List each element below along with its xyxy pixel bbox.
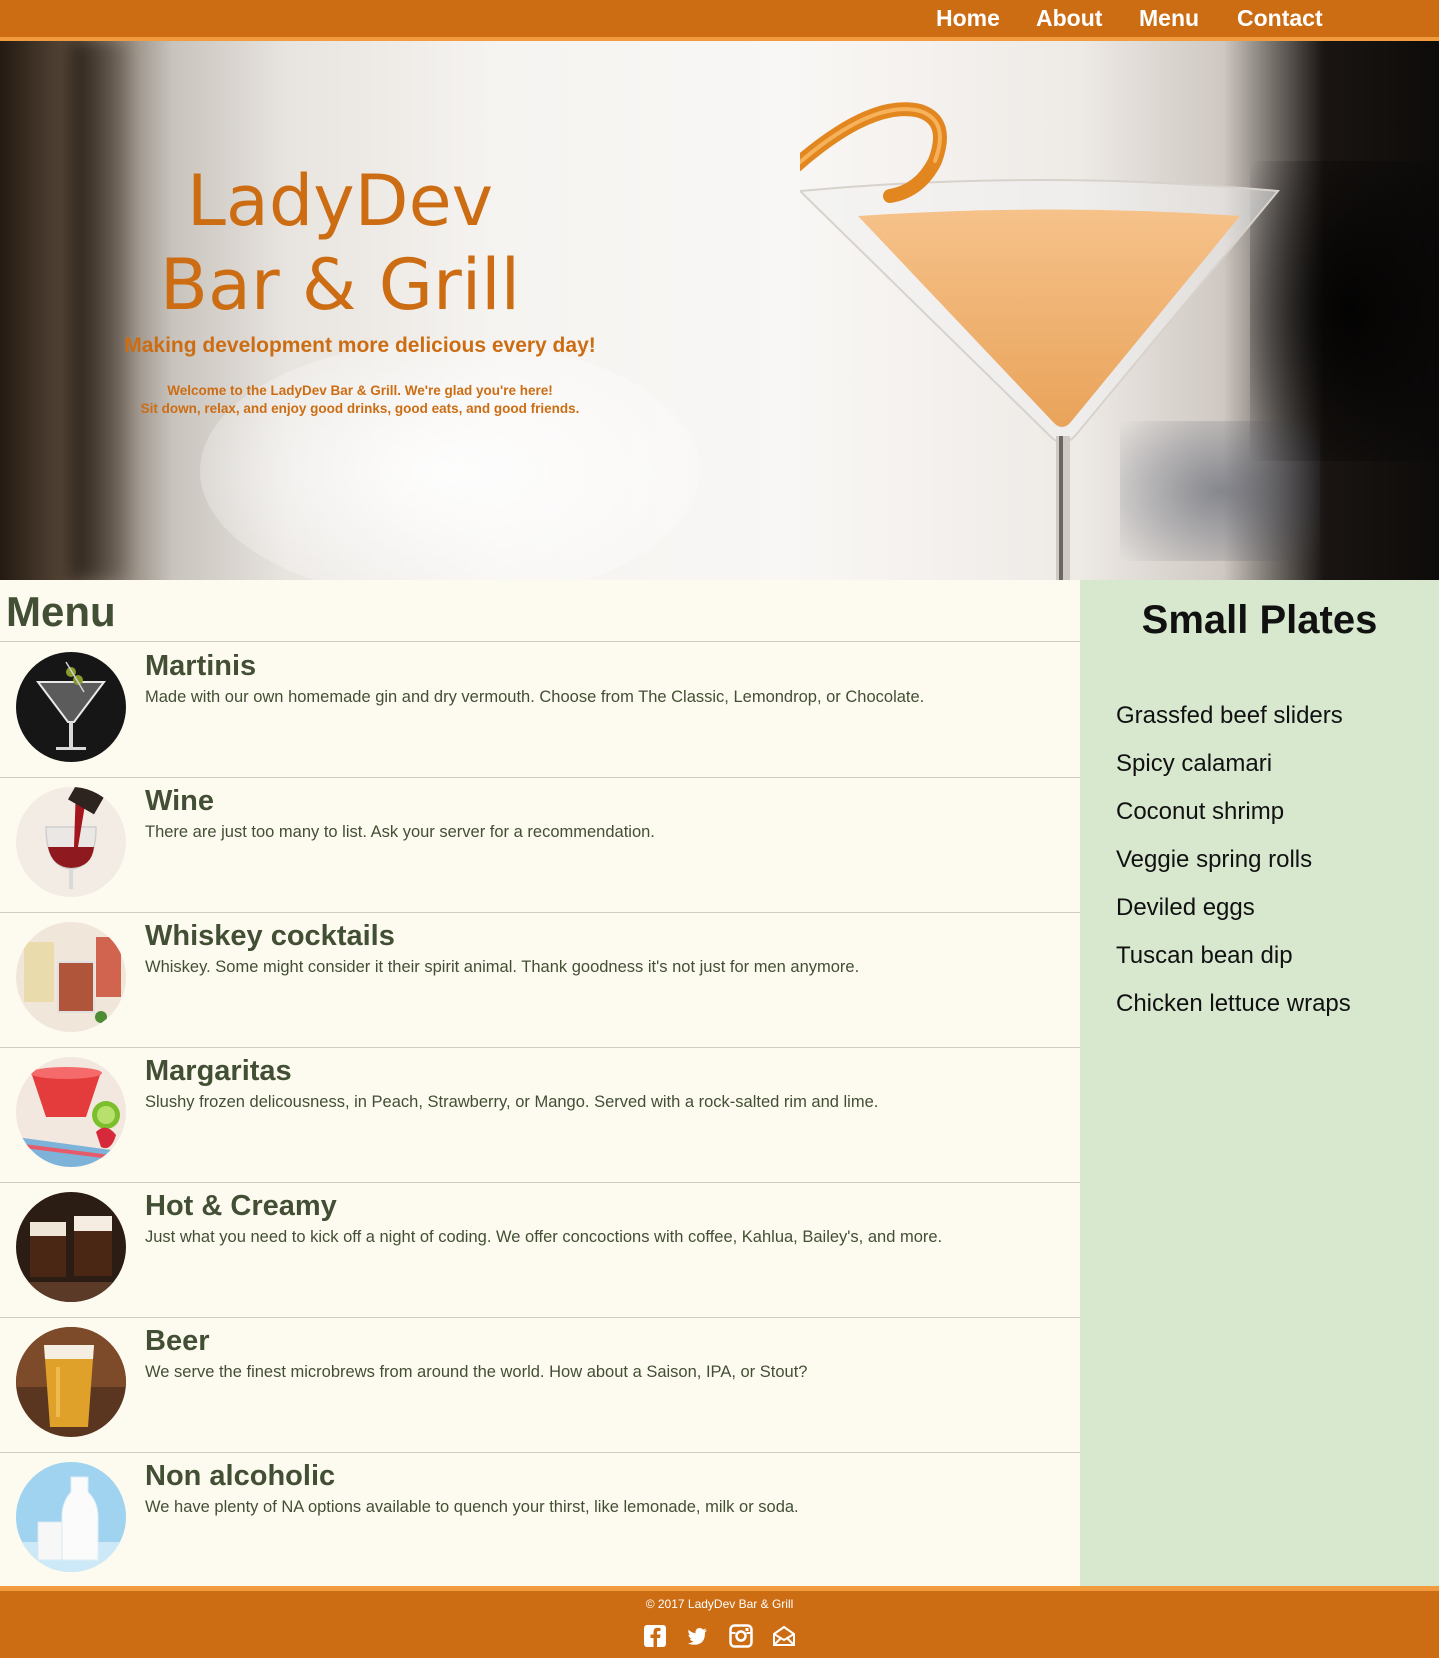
top-nav: Home About Menu Contact: [0, 0, 1439, 41]
menu-item: Martinis Made with our own homemade gin …: [0, 642, 1080, 777]
small-plates-sidebar: Small Plates Grassfed beef sliders Spicy…: [1080, 580, 1439, 1586]
twitter-icon[interactable]: [685, 1623, 711, 1649]
nav-menu-link[interactable]: Menu: [1139, 5, 1199, 32]
nav-about-link[interactable]: About: [1036, 5, 1102, 32]
small-plate-item: Veggie spring rolls: [1116, 846, 1313, 873]
menu-item: Margaritas Slushy frozen delicousness, i…: [0, 1047, 1080, 1182]
menu-item: Hot & Creamy Just what you need to kick …: [0, 1182, 1080, 1317]
hero-title-line2: Bar & Grill: [159, 244, 521, 326]
margarita-glass-icon: [16, 1057, 126, 1167]
small-plate-item: Tuscan bean dip: [1116, 942, 1293, 969]
menu-item-name: Margaritas: [145, 1055, 292, 1087]
small-plate-item: Spicy calamari: [1116, 750, 1273, 777]
menu-item-description: There are just too many to list. Ask you…: [145, 823, 655, 841]
menu-item-name: Martinis: [145, 650, 257, 682]
menu-item-description: We have plenty of NA options available t…: [145, 1498, 799, 1516]
menu-section: Menu Martinis Made with our own homemade…: [0, 580, 1080, 1586]
hero-welcome-line1: Welcome to the LadyDev Bar & Grill. We'r…: [167, 383, 553, 398]
small-plate-item: Chicken lettuce wraps: [1116, 990, 1351, 1017]
menu-item: Beer We serve the finest microbrews from…: [0, 1317, 1080, 1452]
hero-tagline: Making development more delicious every …: [124, 334, 596, 357]
small-plate-item: Coconut shrimp: [1116, 798, 1285, 825]
menu-item-description: We serve the finest microbrews from arou…: [145, 1363, 808, 1381]
menu-item-name: Non alcoholic: [145, 1460, 336, 1492]
small-plate-item: Deviled eggs: [1116, 894, 1255, 921]
menu-item-description: Slushy frozen delicousness, in Peach, St…: [145, 1093, 879, 1111]
instagram-icon[interactable]: [728, 1623, 754, 1649]
nav-home-link[interactable]: Home: [936, 5, 1000, 32]
irish-coffee-icon: [16, 1192, 126, 1302]
menu-heading: Menu: [6, 588, 116, 635]
hero-title-line1: LadyDev: [186, 160, 494, 242]
menu-item: Whiskey cocktails Whiskey. Some might co…: [0, 912, 1080, 1047]
hero-background-light: [200, 341, 700, 580]
facebook-icon[interactable]: [642, 1623, 668, 1649]
menu-item: Non alcoholic We have plenty of NA optio…: [0, 1452, 1080, 1587]
hero-background-shade: [70, 41, 130, 580]
menu-item-name: Wine: [145, 785, 215, 817]
milk-bottle-icon: [16, 1462, 126, 1572]
small-plates-heading: Small Plates: [1141, 598, 1378, 642]
beer-glass-icon: [16, 1327, 126, 1437]
menu-item: Wine There are just too many to list. As…: [0, 777, 1080, 912]
hero-welcome: Welcome to the LadyDev Bar & Grill. We'r…: [60, 382, 660, 418]
martini-hero-image: [800, 102, 1280, 580]
menu-item-name: Hot & Creamy: [145, 1190, 337, 1222]
menu-item-name: Whiskey cocktails: [145, 920, 395, 952]
martini-glass-icon: [16, 652, 126, 762]
copyright-text: © 2017 LadyDev Bar & Grill: [645, 1597, 794, 1611]
menu-item-description: Whiskey. Some might consider it their sp…: [145, 958, 860, 976]
footer: © 2017 LadyDev Bar & Grill: [0, 1586, 1439, 1658]
hero-title: LadyDev Bar & Grill: [140, 159, 540, 327]
hero-banner: LadyDev Bar & Grill Making development m…: [0, 41, 1439, 580]
wine-glass-icon: [16, 787, 126, 897]
whiskey-glass-icon: [16, 922, 126, 1032]
small-plate-item: Grassfed beef sliders: [1116, 702, 1343, 729]
hero-welcome-line2: Sit down, relax, and enjoy good drinks, …: [140, 401, 580, 416]
email-icon[interactable]: [771, 1623, 797, 1649]
nav-contact-link[interactable]: Contact: [1237, 5, 1323, 32]
menu-item-name: Beer: [145, 1325, 210, 1357]
menu-item-description: Just what you need to kick off a night o…: [145, 1228, 943, 1246]
menu-item-description: Made with our own homemade gin and dry v…: [145, 688, 925, 706]
